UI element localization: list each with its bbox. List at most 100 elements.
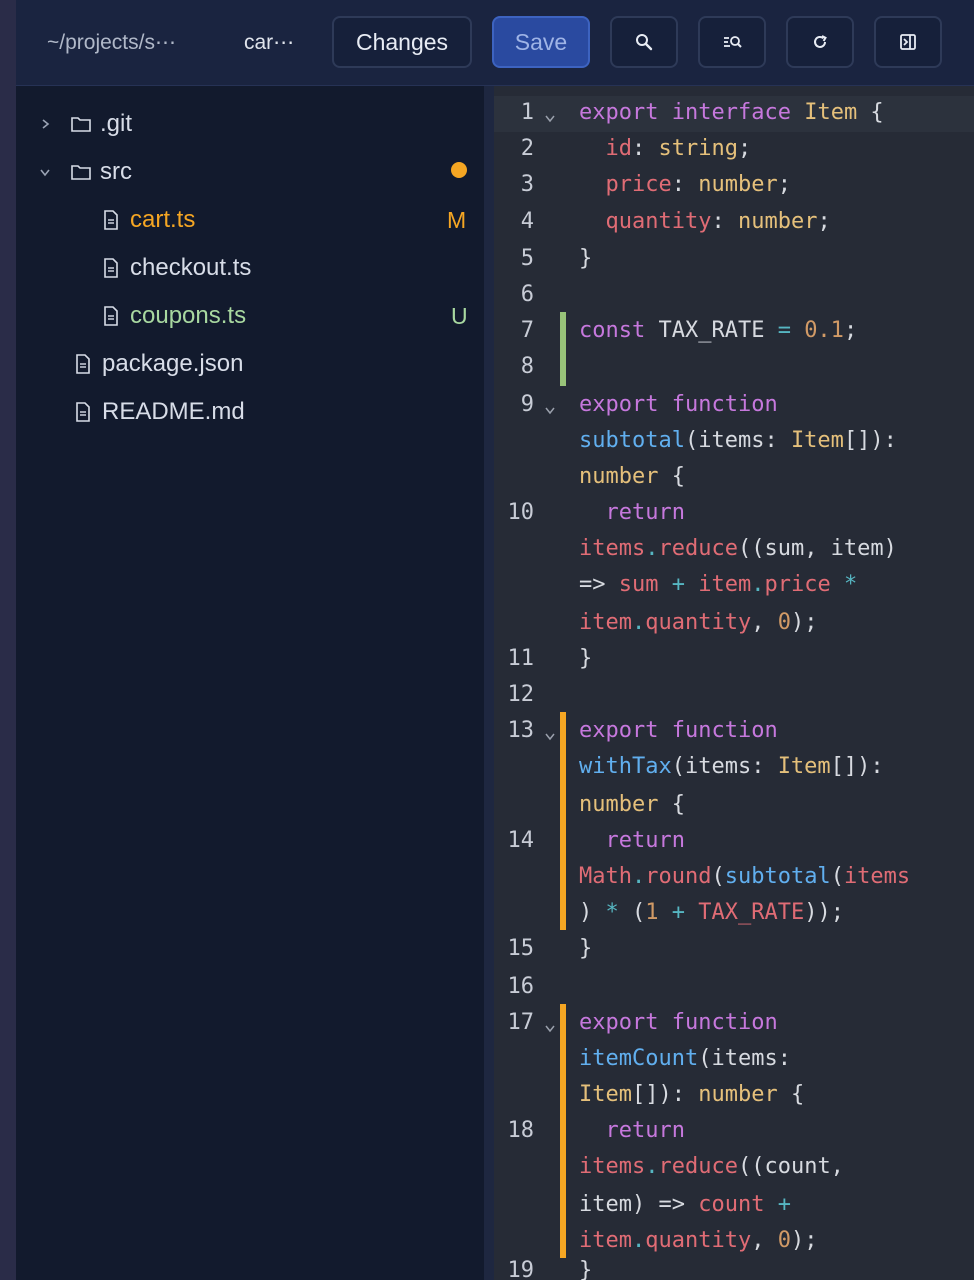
code-token: item) => — [579, 1192, 699, 1217]
code-token: ) — [579, 900, 606, 925]
code-token: TAX_RATE — [698, 900, 805, 925]
tree-item-readme[interactable]: README.md — [72, 392, 245, 432]
code-token: export — [579, 100, 659, 125]
code-token: function — [671, 718, 778, 743]
code-token: subtotal — [579, 428, 685, 453]
fold-chevron-icon[interactable] — [544, 112, 556, 124]
file-icon — [104, 210, 118, 230]
code-token: number — [737, 209, 818, 234]
tree-item-label: checkout.ts — [130, 254, 252, 281]
search-button[interactable] — [610, 16, 678, 68]
code-line: } — [579, 246, 592, 271]
code-line: } — [579, 936, 592, 961]
code-line: quantity: number; — [579, 209, 831, 234]
code-token: (items: — [698, 1046, 791, 1071]
code-token: price — [764, 572, 831, 597]
refresh-icon — [814, 35, 827, 48]
refresh-button[interactable] — [786, 16, 854, 68]
tree-item-checkout[interactable]: checkout.ts — [100, 248, 251, 288]
code-token: : — [671, 172, 699, 197]
fold-chevron-icon[interactable] — [544, 730, 556, 742]
code-token: item — [698, 572, 752, 597]
breadcrumb-file[interactable]: car⋯ — [244, 30, 294, 55]
code-token: ; — [817, 209, 831, 234]
search-in-files-button[interactable] — [698, 16, 766, 68]
code-token: itemCount — [579, 1046, 699, 1071]
line-number: 9 — [520, 392, 534, 417]
code-token: export — [579, 718, 659, 743]
code-line: itemCount(items: — [579, 1046, 791, 1071]
line-number: 7 — [520, 318, 534, 343]
toolbar: ~/projects/s⋯ car⋯ Changes Save — [16, 0, 974, 86]
save-button[interactable]: Save — [492, 16, 590, 68]
code-token: return — [605, 1118, 685, 1143]
added-lines-marker — [560, 312, 566, 386]
changes-button[interactable]: Changes — [332, 16, 472, 68]
search-in-files-icon — [724, 36, 742, 48]
line-number: 4 — [520, 209, 534, 234]
breadcrumb-path[interactable]: ~/projects/s⋯ — [47, 30, 176, 55]
code-line: Item[]): number { — [579, 1082, 804, 1107]
code-token: . — [631, 864, 646, 889]
code-token: . — [645, 536, 659, 561]
code-line: } — [579, 1258, 592, 1280]
code-line: subtotal(items: Item[]): — [579, 428, 897, 453]
code-token: ; — [843, 318, 858, 343]
code-token: export — [579, 1010, 659, 1035]
code-token: number — [579, 464, 659, 489]
code-token: 1 — [645, 900, 659, 925]
tree-item-src[interactable]: src — [38, 152, 132, 192]
code-line: item) => count + — [579, 1192, 791, 1217]
code-line: item.quantity, 0); — [579, 1228, 817, 1253]
code-token: string — [658, 136, 738, 161]
tree-item-cart[interactable]: cart.ts — [100, 200, 195, 240]
code-token: export — [579, 392, 659, 417]
toggle-panel-button[interactable] — [874, 16, 942, 68]
code-token: . — [751, 572, 765, 597]
code-token: const — [579, 318, 646, 343]
tree-item-label: .git — [100, 110, 133, 137]
code-token: : — [711, 209, 738, 234]
modified-dot-badge — [451, 162, 467, 178]
line-number: 3 — [520, 172, 534, 197]
toggle-panel-icon — [900, 34, 916, 50]
chevron-down-icon — [40, 169, 50, 177]
code-token: * — [843, 572, 858, 597]
code-token: number — [579, 792, 659, 817]
fold-chevron-icon[interactable] — [544, 1022, 556, 1034]
changed-lines-marker — [560, 1004, 566, 1258]
code-token: , — [751, 610, 778, 635]
code-token: function — [671, 392, 778, 417]
code-token: count — [698, 1192, 765, 1217]
code-token: ); — [790, 610, 818, 635]
code-line: return — [579, 1118, 685, 1143]
tree-item-package-json[interactable]: package.json — [72, 344, 243, 384]
code-token: . — [645, 1154, 659, 1179]
code-line: item.quantity, 0); — [579, 610, 817, 635]
fold-chevron-icon[interactable] — [544, 404, 556, 416]
line-number: 10 — [507, 500, 535, 525]
tree-item-label: coupons.ts — [130, 302, 247, 329]
code-token: ((count, — [737, 1154, 844, 1179]
code-token: return — [605, 500, 685, 525]
code-line: export function — [579, 392, 778, 417]
code-line: items.reduce((count, — [579, 1154, 844, 1179]
pane-resizer[interactable] — [484, 86, 494, 1280]
line-number: 11 — [507, 646, 535, 671]
code-token: ); — [790, 1228, 818, 1253]
code-editor[interactable]: 1 2 3 4 5 6 7 8 9 10 11 12 13 14 15 16 1… — [494, 86, 974, 1280]
code-line: return — [579, 828, 685, 853]
code-token: ((sum, item) — [737, 536, 897, 561]
code-token: , — [751, 1228, 778, 1253]
line-number: 16 — [507, 974, 535, 999]
code-line: ) * (1 + TAX_RATE)); — [579, 900, 844, 925]
tree-item-coupons[interactable]: coupons.ts — [100, 296, 246, 336]
code-token: quantity — [645, 610, 752, 635]
tree-item-git[interactable]: .git — [38, 104, 132, 144]
line-number: 2 — [520, 136, 534, 161]
